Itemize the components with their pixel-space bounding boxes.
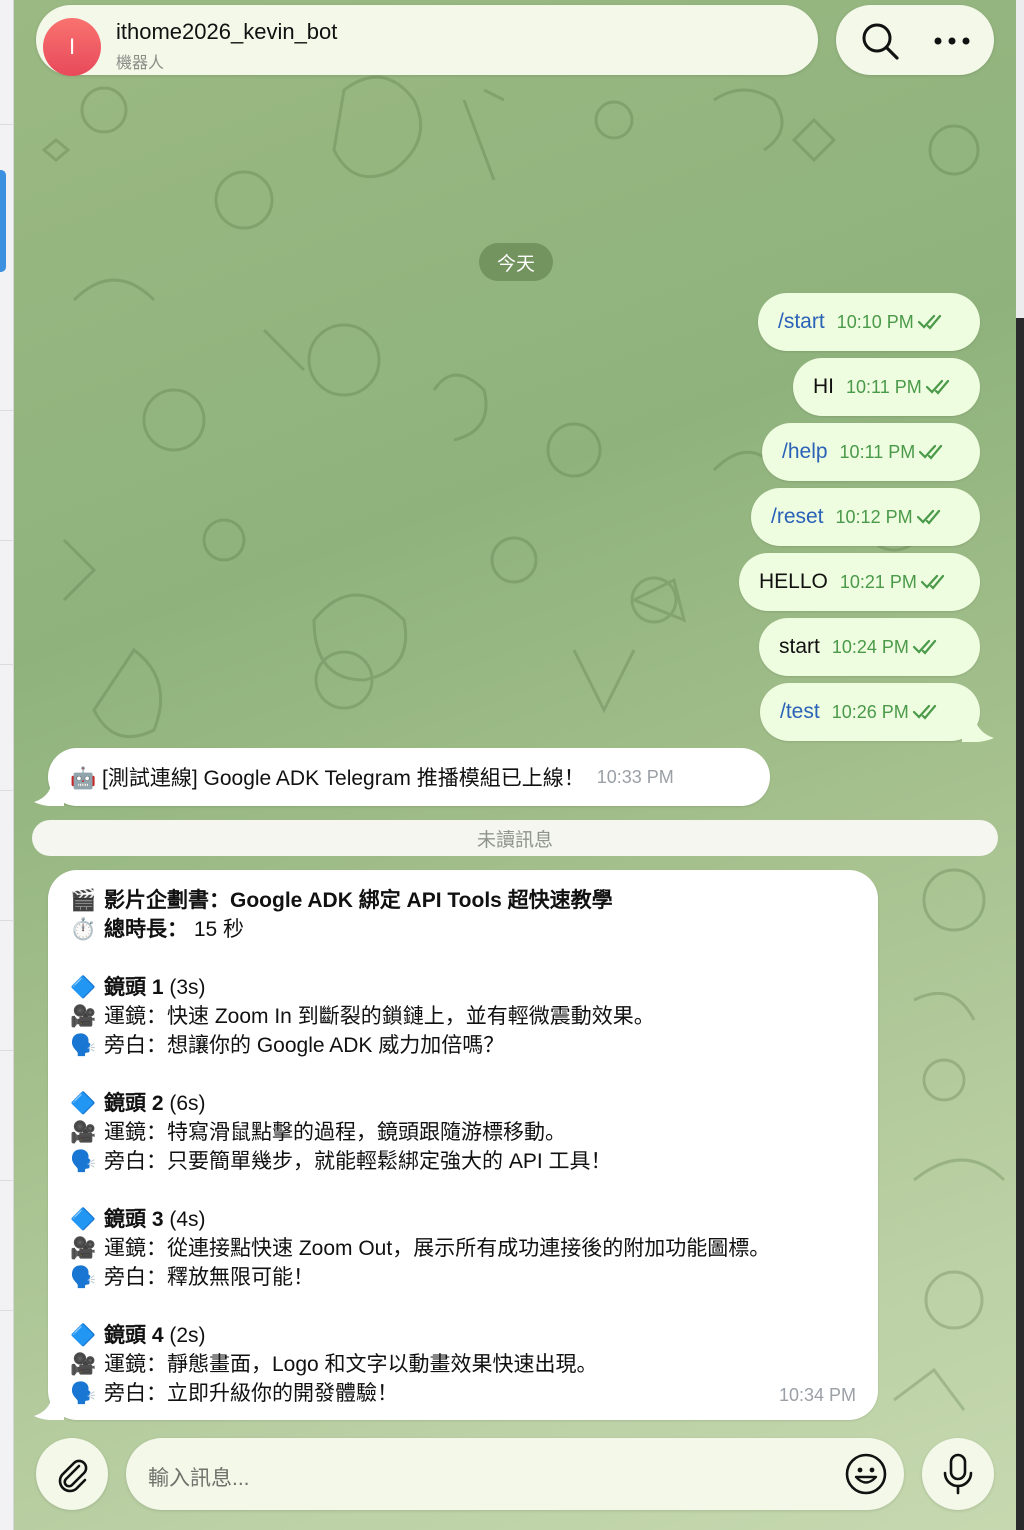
double-check-icon [919, 444, 943, 460]
avatar[interactable]: I [43, 18, 101, 76]
date-separator: 今天 [479, 243, 553, 281]
right-window-edge [1016, 0, 1024, 1530]
double-check-icon [917, 314, 941, 330]
shot-camera: 🎥 運鏡：快速 Zoom In 到斷裂的鎖鏈上，並有輕微震動效果。 [70, 1002, 856, 1031]
robot-emoji: 🤖 [70, 767, 97, 790]
diamond-icon: 🔷 [70, 1324, 97, 1347]
message-text[interactable]: 🤖 [測試連線] Google ADK Telegram 推播模組已上線！ [70, 762, 585, 792]
bubble-tail [34, 778, 64, 806]
shot-voiceover: 🗣️ 旁白：想讓你的 Google ADK 威力加倍嗎？ [70, 1031, 856, 1060]
message-time: 10:10 PM [836, 311, 914, 332]
camera-icon: 🎥 [70, 1121, 97, 1144]
stopwatch-icon: ⏱️ [70, 918, 97, 941]
message-time: 10:11 PM [846, 376, 922, 397]
more-dots-icon[interactable] [930, 19, 974, 63]
message-meta: 10:26 PM [832, 702, 941, 723]
double-check-icon [912, 704, 936, 720]
camera-icon: 🎥 [70, 1005, 97, 1028]
speaking-head-icon: 🗣️ [70, 1382, 97, 1405]
outgoing-message[interactable]: /start 10:10 PM [758, 293, 980, 351]
message-meta: 10:10 PM [837, 312, 946, 333]
outgoing-message[interactable]: /test 10:26 PM [760, 683, 980, 741]
active-chat-indicator [0, 170, 6, 272]
message-time: 10:34 PM [778, 1385, 856, 1405]
double-check-icon [916, 509, 940, 525]
header-actions [836, 5, 994, 75]
message-time: 10:33 PM [596, 766, 674, 787]
search-icon[interactable] [858, 19, 902, 63]
smiley-icon[interactable] [844, 1452, 888, 1496]
chat-subtitle: 機器人 [116, 55, 165, 72]
paperclip-icon [58, 1459, 88, 1493]
shot-camera: 🎥 運鏡：靜態畫面，Logo 和文字以動畫效果快速出現。 [70, 1350, 856, 1379]
message-time: 10:21 PM [839, 571, 917, 592]
microphone-icon [943, 1453, 973, 1495]
left-sidebar-edge [0, 0, 14, 1530]
speaking-head-icon: 🗣️ [70, 1150, 97, 1173]
incoming-message[interactable]: 🤖 [測試連線] Google ADK Telegram 推播模組已上線！ 10… [48, 748, 770, 806]
storyboard-title: 🎬 影片企劃書：Google ADK 綁定 API Tools 超快速教學 [70, 886, 856, 915]
camera-icon: 🎥 [70, 1353, 97, 1376]
diamond-icon: 🔷 [70, 1208, 97, 1231]
message-text[interactable]: /help [782, 440, 828, 464]
outgoing-message[interactable]: /help 10:11 PM [762, 423, 980, 481]
message-input-placeholder: 輸入訊息... [148, 1467, 250, 1490]
message-text[interactable]: /reset [771, 505, 824, 529]
shot-heading: 🔷 鏡頭 4 (2s) [70, 1321, 856, 1350]
shot-heading: 🔷 鏡頭 1 (3s) [70, 973, 856, 1002]
message-text[interactable]: /test [780, 700, 820, 724]
message-text[interactable]: HELLO [759, 570, 828, 594]
unread-separator: 未讀訊息 [32, 820, 998, 856]
incoming-message-storyboard[interactable]: 🎬 影片企劃書：Google ADK 綁定 API Tools 超快速教學 ⏱️ 總… [48, 870, 878, 1420]
bubble-tail [34, 1392, 64, 1420]
shot-voiceover: 🗣️ 旁白：釋放無限可能！ [70, 1263, 856, 1292]
message-text[interactable]: start [779, 635, 820, 659]
double-check-icon [912, 639, 936, 655]
message-meta: 10:21 PM [840, 572, 949, 593]
voice-record-button[interactable] [922, 1438, 994, 1510]
message-input[interactable]: 輸入訊息... [126, 1438, 904, 1510]
outgoing-message[interactable]: HI 10:11 PM [793, 358, 980, 416]
outgoing-message[interactable]: start 10:24 PM [759, 618, 980, 676]
speaking-head-icon: 🗣️ [70, 1034, 97, 1057]
chat-header[interactable]: I ithome2026_kevin_bot 機器人 [36, 5, 818, 76]
shot-heading: 🔷 鏡頭 3 (4s) [70, 1205, 856, 1234]
chat-panel: I ithome2026_kevin_bot 機器人 今天 /start 10:… [14, 0, 1016, 1530]
shot-voiceover: 🗣️ 旁白：立即升級你的開發體驗！ [70, 1379, 856, 1408]
message-meta: 10:24 PM [832, 637, 941, 658]
message-text[interactable]: HI [813, 375, 834, 399]
double-check-icon [920, 574, 945, 590]
message-meta: 10:11 PM [840, 442, 948, 463]
outgoing-message[interactable]: HELLO 10:21 PM [739, 553, 980, 611]
message-meta: 10:12 PM [836, 507, 945, 528]
speaking-head-icon: 🗣️ [70, 1266, 97, 1289]
message-text[interactable]: /start [778, 310, 825, 334]
camera-icon: 🎥 [70, 1237, 97, 1260]
chat-title: ithome2026_kevin_bot [116, 19, 338, 44]
message-time: 10:12 PM [835, 506, 913, 527]
message-time: 10:11 PM [839, 441, 916, 462]
diamond-icon: 🔷 [70, 976, 97, 999]
diamond-icon: 🔷 [70, 1092, 97, 1115]
message-time: 10:26 PM [831, 701, 909, 722]
clapper-icon: 🎬 [70, 889, 97, 912]
message-meta: 10:11 PM [846, 377, 954, 398]
message-time: 10:24 PM [831, 636, 909, 657]
storyboard-duration: ⏱️ 總時長： 15 秒 [70, 915, 856, 944]
double-check-icon [925, 379, 949, 395]
bubble-tail [962, 714, 994, 742]
outgoing-message[interactable]: /reset 10:12 PM [751, 488, 980, 546]
shot-camera: 🎥 運鏡：特寫滑鼠點擊的過程，鏡頭跟隨游標移動。 [70, 1118, 856, 1147]
attach-button[interactable] [36, 1438, 108, 1510]
shot-voiceover: 🗣️ 旁白：只要簡單幾步，就能輕鬆綁定強大的 API 工具！ [70, 1147, 856, 1176]
shot-camera: 🎥 運鏡：從連接點快速 Zoom Out，展示所有成功連接後的附加功能圖標。 [70, 1234, 856, 1263]
shot-heading: 🔷 鏡頭 2 (6s) [70, 1089, 856, 1118]
